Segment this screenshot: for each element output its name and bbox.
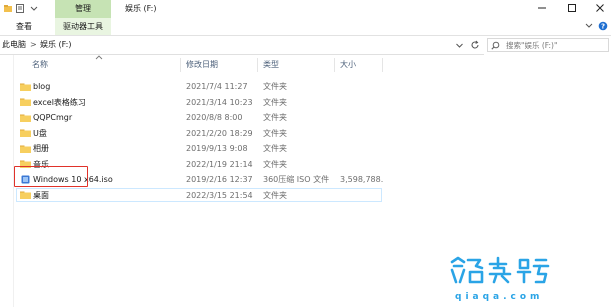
folder-icon: [20, 145, 31, 153]
file-name: 相册: [33, 144, 49, 153]
search-icon: [491, 41, 500, 50]
file-date: 2019/9/13 9:08: [186, 144, 248, 153]
folder-icon: [20, 114, 31, 122]
folder-icon: [20, 98, 31, 106]
column-header-date[interactable]: 修改日期: [186, 58, 218, 72]
maximize-icon: [568, 4, 576, 12]
quick-access-folder-icon[interactable]: [4, 4, 12, 13]
tab-manage-context[interactable]: 管理: [55, 0, 111, 18]
file-type: 文件夹: [263, 97, 287, 107]
file-size: [340, 127, 384, 141]
file-size: [340, 96, 384, 110]
watermark-logo: [450, 256, 550, 284]
file-date: 2021/7/4 11:27: [186, 82, 248, 91]
address-dropdown-icon[interactable]: [455, 41, 464, 50]
tab-drive-tools[interactable]: 驱动器工具: [55, 18, 111, 35]
file-name: excel表格练习: [33, 97, 86, 107]
file-name: 桌面: [33, 190, 49, 200]
close-button[interactable]: [586, 0, 611, 18]
minimize-button[interactable]: [528, 0, 556, 18]
maximize-button[interactable]: [558, 0, 586, 18]
file-size: [340, 111, 384, 125]
file-date: 2022/1/19 21:14: [186, 159, 253, 169]
column-divider[interactable]: [180, 58, 181, 72]
help-icon[interactable]: ?: [598, 21, 608, 31]
breadcrumb-this-pc[interactable]: 此电脑: [2, 36, 26, 54]
file-date: 2022/3/15 21:54: [186, 190, 253, 200]
file-name: U盘: [33, 128, 47, 138]
navigation-pane[interactable]: [0, 55, 14, 307]
file-size: [340, 158, 384, 172]
column-divider[interactable]: [334, 58, 335, 72]
file-type: 文件夹: [263, 113, 287, 122]
column-header-name[interactable]: 名称: [32, 58, 48, 72]
close-icon: [596, 4, 604, 12]
folder-icon: [20, 191, 31, 199]
file-date: 2021/3/14 10:23: [186, 97, 253, 107]
quick-access-properties-icon[interactable]: [16, 4, 24, 13]
file-size: [340, 80, 384, 94]
ribbon-expand-icon[interactable]: [584, 21, 594, 31]
file-type: 文件夹: [263, 128, 287, 138]
column-header-size[interactable]: 大小: [340, 58, 356, 72]
file-type: 文件夹: [263, 144, 287, 153]
file-size: 3,598,788...: [340, 175, 384, 184]
column-divider[interactable]: [382, 58, 383, 72]
window-title: 娱乐 (F:): [125, 4, 157, 13]
file-size: [340, 142, 384, 156]
sort-ascending-icon: [95, 55, 103, 60]
column-divider[interactable]: [257, 58, 258, 72]
file-size: [340, 189, 384, 203]
address-bar[interactable]: [0, 36, 484, 55]
refresh-icon[interactable]: [470, 40, 480, 50]
column-header-type[interactable]: 类型: [263, 58, 279, 72]
file-date: 2021/2/20 18:29: [186, 128, 253, 138]
quick-access-dropdown-icon[interactable]: [30, 4, 38, 13]
file-type: 文件夹: [263, 82, 287, 91]
folder-icon: [20, 129, 31, 137]
tab-view[interactable]: 查看: [10, 18, 38, 35]
search-input[interactable]: 搜索"娱乐 (F:)": [487, 38, 609, 52]
highlight-box: [14, 166, 88, 187]
file-type: 文件夹: [263, 159, 287, 169]
file-date: 2020/8/8 8:00: [186, 113, 243, 122]
breadcrumb-separator[interactable]: >: [30, 36, 37, 54]
file-name: QQPCmgr: [33, 113, 73, 122]
svg-text:?: ?: [601, 23, 605, 31]
watermark-domain: qiaqa.com: [455, 292, 544, 302]
folder-icon: [20, 83, 31, 91]
breadcrumb-current[interactable]: 娱乐 (F:): [40, 36, 71, 54]
file-type: 文件夹: [263, 190, 287, 200]
file-type: 360压缩 ISO 文件: [263, 175, 330, 184]
file-name: blog: [33, 82, 51, 91]
file-date: 2019/2/16 12:37: [186, 175, 253, 184]
minimize-icon: [538, 7, 546, 9]
